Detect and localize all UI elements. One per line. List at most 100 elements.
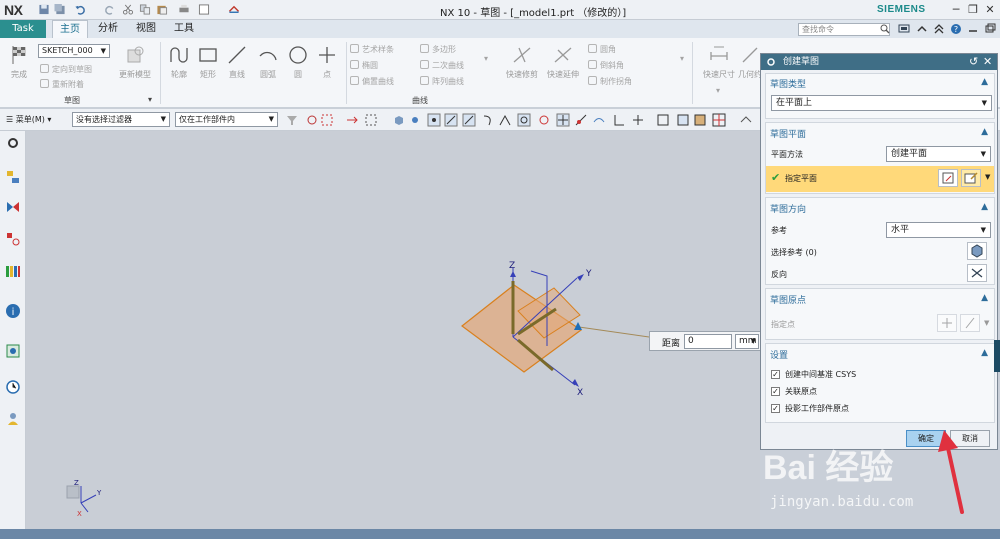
tab-view[interactable]: 视图 [130, 20, 162, 38]
quadrant-icon[interactable] [537, 113, 551, 127]
control-point-icon[interactable] [481, 113, 495, 127]
collapse-icon[interactable]: ▲ [981, 77, 988, 87]
end-point-icon[interactable] [444, 113, 458, 127]
quick-extend-button[interactable]: 快速延伸 [544, 44, 582, 80]
save-icon[interactable] [38, 4, 50, 15]
settings-header[interactable]: 设置 [770, 348, 788, 361]
arc-button[interactable]: 圆弧 [254, 44, 282, 80]
tab-home[interactable]: 主页 [52, 20, 88, 38]
reuse-library-icon[interactable] [5, 263, 21, 279]
search-icon[interactable] [880, 24, 890, 34]
dialog-gear-icon[interactable] [766, 57, 776, 67]
collapse-icon[interactable]: ▲ [981, 202, 988, 212]
finish-sketch-button[interactable]: 完成 [5, 44, 33, 80]
dimension-more-icon[interactable]: ▾ [716, 84, 720, 97]
collapse-icon[interactable]: ▲ [981, 127, 988, 137]
redo-icon[interactable] [104, 4, 116, 15]
sketch-name-select[interactable]: SKETCH_000 ▼ [38, 44, 110, 58]
tangent-icon[interactable] [574, 113, 588, 127]
conic-button[interactable]: 二次曲线 [420, 59, 464, 72]
pattern-curve-button[interactable]: 阵列曲线 [420, 75, 464, 88]
window-icon[interactable] [198, 4, 210, 15]
chamfer-button[interactable]: 倒斜角 [588, 59, 624, 72]
tab-tools[interactable]: 工具 [168, 20, 200, 38]
cut-icon[interactable] [122, 4, 134, 15]
associative-origin-checkbox[interactable]: ✓ [771, 387, 780, 396]
sketch-type-header[interactable]: 草图类型 [770, 77, 806, 90]
collapse-icon[interactable]: ▲ [981, 348, 988, 358]
command-search-input[interactable]: 查找命令 [798, 23, 890, 36]
plane-dialog-button[interactable] [938, 169, 958, 187]
settings-gear-icon[interactable] [5, 135, 21, 151]
sketch-plane-header[interactable]: 草图平面 [770, 127, 806, 140]
geometric-constraint-button[interactable]: 几何约 [738, 44, 762, 80]
reference-select[interactable]: 水平 ▼ [886, 222, 991, 238]
edit-more-icon[interactable]: ▾ [680, 52, 684, 65]
orient-to-sketch-button[interactable]: 定向到草图 [40, 63, 92, 76]
copy-icon[interactable] [139, 4, 151, 15]
sketch-orientation-header[interactable]: 草图方向 [770, 202, 806, 215]
update-model-button[interactable]: 更新模型 [118, 44, 152, 80]
unit-select[interactable]: mm ▼ [735, 334, 759, 349]
point-plus-icon[interactable] [631, 113, 645, 127]
menu-button[interactable]: ☰ 菜单(M) ▾ [6, 112, 51, 127]
grid-icon[interactable] [427, 113, 441, 127]
fillet-button[interactable]: 圆角 [588, 43, 616, 56]
model-view[interactable]: Z Y X Z Y X [26, 131, 760, 529]
point-dialog-button[interactable] [937, 314, 957, 332]
sketch-type-select[interactable]: 在平面上 ▼ [771, 95, 992, 111]
customize-icon[interactable] [228, 4, 240, 15]
reattach-button[interactable]: 重新附着 [40, 78, 84, 91]
ribbon-minimize-icon[interactable] [967, 23, 979, 35]
tab-task[interactable]: Task [0, 20, 46, 38]
quick-trim-button[interactable]: 快速修剪 [503, 44, 541, 80]
view-icon[interactable] [656, 113, 670, 127]
direction-icon[interactable] [345, 113, 359, 127]
constraint-navigator-icon[interactable] [5, 199, 21, 215]
bounded-grid-icon[interactable] [612, 113, 626, 127]
tab-analysis[interactable]: 分析 [92, 20, 124, 38]
history-icon[interactable] [5, 343, 21, 359]
display-icon[interactable] [739, 113, 753, 127]
circle-button[interactable]: 圆 [284, 44, 312, 80]
body-icon[interactable] [392, 113, 406, 127]
sketch-origin-header[interactable]: 草图原点 [770, 293, 806, 306]
selection-scope-select[interactable]: 仅在工作部件内 ▼ [175, 112, 278, 127]
collapse-ribbon-icon[interactable] [916, 23, 928, 35]
help-icon[interactable]: ? [950, 23, 962, 35]
collapse-all-icon[interactable] [933, 23, 945, 35]
reset-icon[interactable]: ↺ [969, 54, 978, 70]
chevron-down-icon[interactable]: ▼ [984, 319, 989, 327]
create-csys-checkbox[interactable]: ✓ [771, 370, 780, 379]
clock-icon[interactable] [5, 379, 21, 395]
sketch-group-menu-icon[interactable]: ▾ [148, 95, 152, 104]
filter-icon[interactable] [285, 113, 299, 127]
snap-icon[interactable] [305, 113, 319, 127]
collapse-icon[interactable]: ▲ [981, 293, 988, 303]
select-icon[interactable] [320, 113, 334, 127]
web-browser-icon[interactable]: i [5, 303, 21, 319]
project-origin-checkbox[interactable]: ✓ [771, 404, 780, 413]
distance-value-input[interactable]: 0 [684, 334, 732, 349]
chevron-down-icon[interactable]: ▼ [985, 173, 990, 181]
restore-button[interactable]: ❐ [965, 2, 981, 17]
role-icon[interactable] [5, 411, 21, 427]
make-corner-button[interactable]: 制作拐角 [588, 75, 632, 88]
ribbon-restore-icon[interactable] [984, 23, 996, 35]
shade-icon[interactable] [693, 113, 707, 127]
curve-more-icon[interactable]: ▾ [484, 52, 488, 65]
specify-plane-row[interactable]: ✔ 指定平面 ▼ [766, 166, 994, 192]
monitor-icon[interactable] [898, 23, 910, 35]
close-button[interactable]: ✕ [982, 2, 998, 17]
inferred-plane-button[interactable] [961, 169, 981, 187]
mid-point-icon[interactable] [462, 113, 476, 127]
line-button[interactable]: 直线 [223, 44, 251, 80]
layout-icon[interactable] [712, 113, 726, 127]
fit-icon[interactable] [676, 113, 690, 127]
arc-center-icon[interactable] [517, 113, 531, 127]
type-filter-select[interactable]: 没有选择过滤器 ▼ [72, 112, 170, 127]
graphics-window[interactable]: Z Y X Z Y X [26, 131, 760, 529]
intersection-icon[interactable] [498, 113, 512, 127]
rectangle-button[interactable]: 矩形 [194, 44, 222, 80]
offset-curve-button[interactable]: 偏置曲线 [350, 75, 394, 88]
